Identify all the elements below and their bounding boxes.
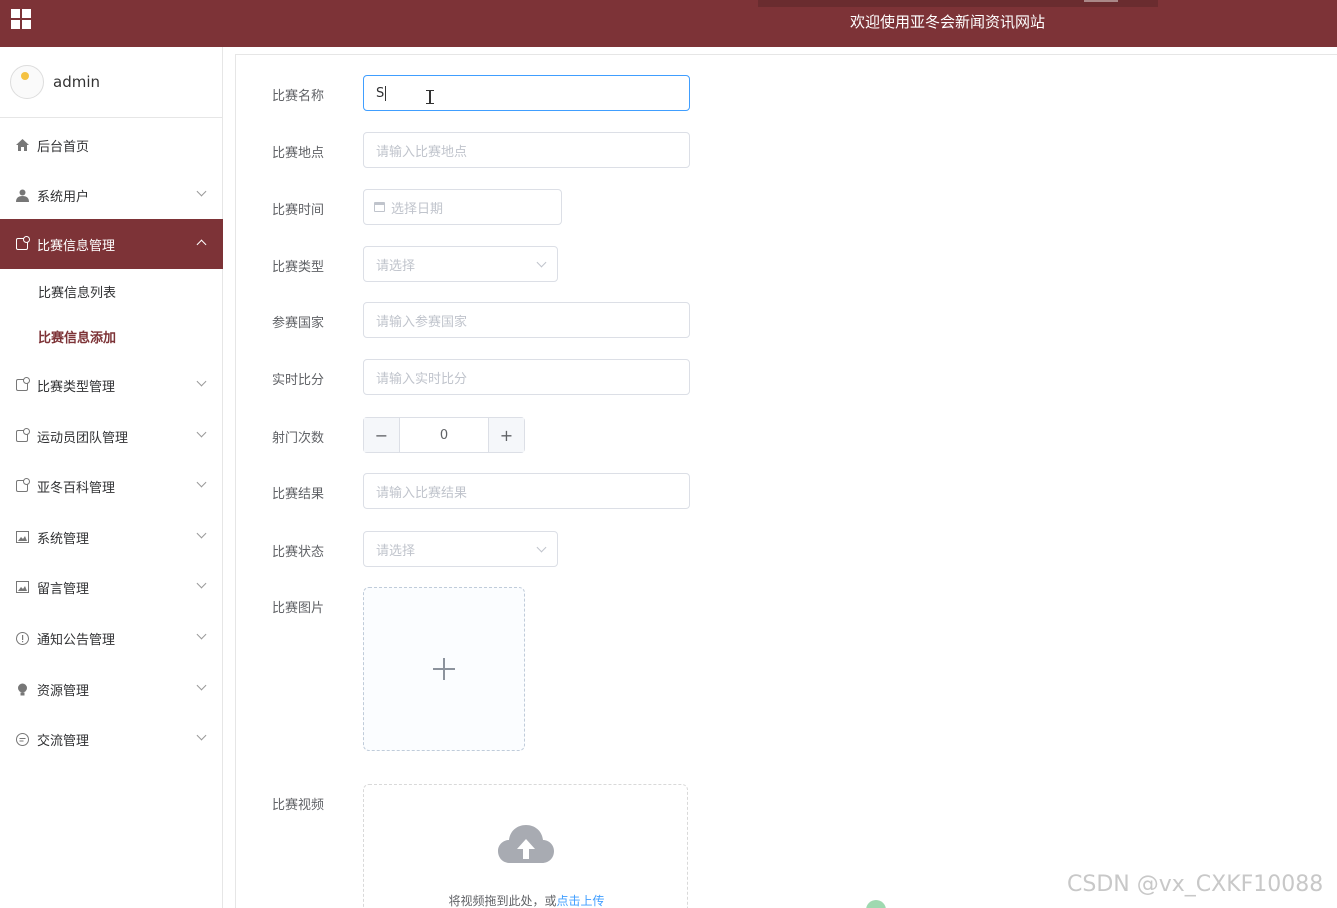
drag-text: 将视频拖到此处，或: [448, 894, 557, 908]
document-icon: [15, 377, 30, 392]
document-icon: [15, 478, 30, 493]
document-icon: [15, 236, 30, 251]
sidebar-item-notices[interactable]: 通知公告管理: [0, 613, 223, 663]
decrement-button[interactable]: −: [364, 418, 400, 452]
shots-value[interactable]: 0: [400, 418, 488, 452]
sidebar-item-match-type[interactable]: 比赛类型管理: [0, 360, 223, 410]
user-icon: [15, 188, 29, 202]
field-label: 比赛时间: [272, 203, 325, 218]
sidebar-item-home[interactable]: 后台首页: [0, 120, 223, 170]
chevron-down-icon: [196, 629, 207, 640]
sidebar-item-label: 后台首页: [37, 139, 90, 155]
site-title: 欢迎使用亚冬会新闻资讯网站: [850, 13, 1046, 31]
sidebar-item-exchange[interactable]: 交流管理: [0, 714, 223, 764]
field-label: 比赛视频: [272, 798, 325, 813]
field-label: 参赛国家: [272, 316, 325, 331]
click-upload-link[interactable]: 点击上传: [557, 894, 605, 908]
sidebar-item-system-users[interactable]: 系统用户: [0, 170, 223, 220]
info-icon: [15, 631, 29, 645]
sidebar-item-label: 运动员团队管理: [37, 430, 129, 446]
sidebar-item-label: 交流管理: [37, 733, 90, 749]
user-name: admin: [53, 73, 100, 91]
sidebar-subitem-label: 比赛信息添加: [38, 330, 117, 346]
avatar[interactable]: [10, 65, 44, 99]
chevron-down-icon: [536, 257, 547, 268]
input-placeholder: 请输入比赛地点: [376, 144, 468, 160]
shots-stepper: − 0 +: [363, 417, 525, 453]
input-placeholder: 请选择: [376, 543, 416, 559]
sidebar-item-messages[interactable]: 留言管理: [0, 562, 223, 612]
chevron-down-icon: [196, 477, 207, 488]
sidebar-item-label: 资源管理: [37, 683, 90, 699]
score-input[interactable]: 请输入实时比分: [363, 359, 690, 395]
top-bar: 欢迎使用亚冬会新闻资讯网站: [0, 0, 1337, 47]
input-value: S: [376, 85, 385, 101]
sidebar-subitem-match-list[interactable]: 比赛信息列表: [0, 269, 223, 313]
field-label: 射门次数: [272, 431, 325, 446]
sidebar-item-label: 通知公告管理: [37, 632, 116, 648]
sidebar-item-resources[interactable]: 资源管理: [0, 664, 223, 714]
text-cursor-icon: [426, 90, 434, 104]
field-label: 实时比分: [272, 373, 325, 388]
sidebar-item-system-manage[interactable]: 系统管理: [0, 512, 223, 562]
input-placeholder: 请选择: [376, 258, 416, 274]
drag-hint: 将视频拖到此处，或点击上传: [364, 892, 689, 908]
cloud-upload-icon: [498, 825, 554, 863]
video-upload-dropzone[interactable]: 将视频拖到此处，或点击上传: [363, 784, 688, 908]
sidebar-item-match-info[interactable]: 比赛信息管理: [0, 219, 223, 269]
input-placeholder: 请输入参赛国家: [376, 314, 468, 330]
field-label: 比赛图片: [272, 601, 325, 616]
grid-menu-icon[interactable]: [11, 9, 31, 29]
match-name-input[interactable]: S: [363, 75, 690, 111]
user-panel: admin: [0, 47, 222, 118]
field-label: 比赛类型: [272, 260, 325, 275]
match-location-input[interactable]: 请输入比赛地点: [363, 132, 690, 168]
match-status-select[interactable]: 请选择: [363, 531, 558, 567]
sidebar-item-label: 比赛类型管理: [37, 379, 116, 395]
chevron-down-icon: [196, 186, 207, 197]
chevron-down-icon: [196, 578, 207, 589]
chevron-down-icon: [536, 542, 547, 553]
chevron-up-icon: [196, 239, 207, 250]
main-content: 比赛名称 S 比赛地点 请输入比赛地点 比赛时间 选择日期 比赛类型 请选择 参…: [235, 54, 1337, 908]
sidebar: admin 后台首页 系统用户 比赛信息管理 比赛信息列表 比赛信息添加 比赛类…: [0, 47, 223, 908]
sidebar-subitem-label: 比赛信息列表: [38, 285, 117, 301]
chevron-down-icon: [196, 376, 207, 387]
home-icon: [15, 138, 29, 152]
chevron-down-icon: [196, 680, 207, 691]
field-label: 比赛状态: [272, 545, 325, 560]
input-placeholder: 请输入实时比分: [376, 371, 468, 387]
sidebar-item-athlete-team[interactable]: 运动员团队管理: [0, 411, 223, 461]
country-input[interactable]: 请输入参赛国家: [363, 302, 690, 338]
calendar-icon: [374, 202, 385, 212]
match-type-select[interactable]: 请选择: [363, 246, 558, 282]
input-placeholder: 选择日期: [391, 201, 444, 217]
sidebar-item-encyclopedia[interactable]: 亚冬百科管理: [0, 461, 223, 511]
chevron-down-icon: [196, 730, 207, 741]
input-placeholder: 请输入比赛结果: [376, 485, 468, 501]
top-strip: [758, 0, 1158, 7]
watermark: CSDN @vx_CXKF10088: [1067, 872, 1324, 897]
chevron-down-icon: [196, 427, 207, 438]
document-icon: [15, 428, 30, 443]
sidebar-subitem-match-add[interactable]: 比赛信息添加: [0, 314, 223, 358]
field-label: 比赛结果: [272, 487, 325, 502]
sidebar-item-label: 亚冬百科管理: [37, 480, 116, 496]
bulb-icon: [15, 682, 29, 696]
increment-button[interactable]: +: [488, 418, 524, 452]
match-date-picker[interactable]: 选择日期: [363, 189, 562, 225]
sidebar-item-label: 留言管理: [37, 581, 90, 597]
sidebar-item-label: 系统用户: [37, 189, 90, 205]
image-upload-button[interactable]: [363, 587, 525, 751]
result-input[interactable]: 请输入比赛结果: [363, 473, 690, 509]
plus-icon: [433, 658, 455, 680]
chevron-down-icon: [196, 528, 207, 539]
chat-icon: [15, 732, 29, 746]
sidebar-item-label: 系统管理: [37, 531, 90, 547]
sidebar-item-label: 比赛信息管理: [37, 238, 116, 254]
field-label: 比赛名称: [272, 89, 325, 104]
image-icon: [15, 580, 29, 594]
image-icon: [15, 530, 29, 544]
field-label: 比赛地点: [272, 146, 325, 161]
